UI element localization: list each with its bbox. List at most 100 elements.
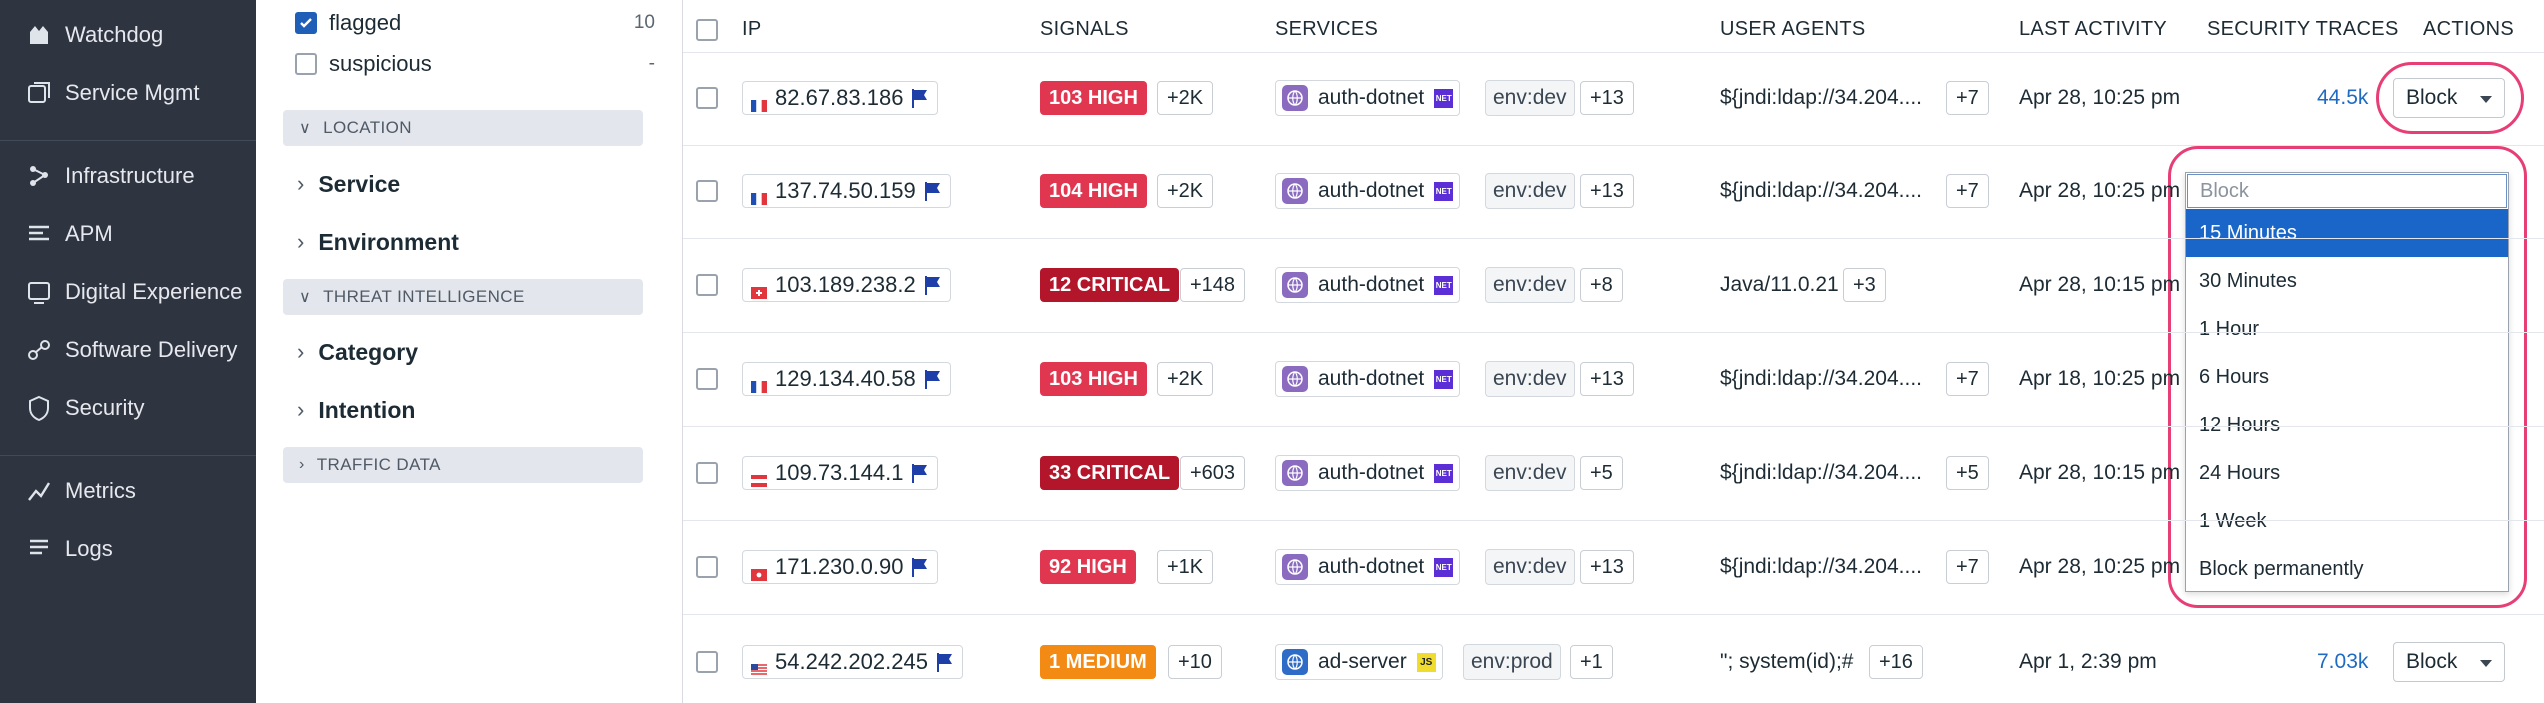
env-tag[interactable]: env:dev [1485,455,1575,491]
facet-intention[interactable]: › Intention [297,390,415,430]
service-chip[interactable]: auth-dotnet NET [1275,267,1461,303]
nav-item-security[interactable]: Security [0,383,256,433]
section-threat-intelligence[interactable]: ∨ THREAT INTELLIGENCE [283,279,643,315]
dropdown-placeholder[interactable]: Block [2187,174,2507,208]
facet-checkbox-flagged[interactable]: flagged 10 [295,5,655,41]
nav-item-label: APM [65,221,113,246]
dropdown-option[interactable]: 1 Week [2186,497,2508,545]
ip-address[interactable]: 103.189.238.2 [742,268,951,302]
dropdown-option[interactable]: 15 Minutes [2186,209,2508,257]
row-checkbox[interactable] [696,651,718,673]
facet-category[interactable]: › Category [297,332,418,372]
signals-more-badge[interactable]: +2K [1157,362,1214,396]
signals-more-badge[interactable]: +1K [1157,550,1214,584]
services-more-badge[interactable]: +13 [1580,550,1634,584]
signal-badge[interactable]: 103 HIGH [1040,81,1147,115]
dropdown-option[interactable]: Block permanently [2186,545,2508,593]
user-agents-more-badge[interactable]: +5 [1946,456,1989,490]
signals-more-badge[interactable]: +10 [1168,645,1222,679]
services-more-badge[interactable]: +13 [1580,81,1634,115]
dropdown-option[interactable]: 1 Hour [2186,305,2508,353]
env-tag[interactable]: env:prod [1463,644,1561,680]
select-all-checkbox[interactable] [696,19,718,41]
column-header-security-traces[interactable]: SECURITY TRACES [2207,18,2399,41]
row-checkbox[interactable] [696,87,718,109]
nav-item-metrics[interactable]: Metrics [0,466,256,516]
facet-environment[interactable]: › Environment [297,222,459,262]
env-tag[interactable]: env:dev [1485,80,1575,116]
nav-item-apm[interactable]: APM [0,209,256,259]
column-header-ip[interactable]: IP [742,18,762,41]
nav-item-software-delivery[interactable]: Software Delivery [0,325,256,375]
signal-badge[interactable]: 92 HIGH [1040,550,1136,584]
checkbox[interactable] [295,12,317,34]
ip-address[interactable]: 137.74.50.159 [742,174,951,208]
user-agents-more-badge[interactable]: +16 [1869,645,1923,679]
facet-checkbox-suspicious[interactable]: suspicious - [295,46,655,82]
user-agents-more-badge[interactable]: +7 [1946,550,1989,584]
security-traces-link[interactable]: 7.03k [2317,650,2368,674]
service-chip[interactable]: auth-dotnet NET [1275,80,1461,116]
column-header-actions[interactable]: ACTIONS [2423,18,2514,41]
column-header-user-agents[interactable]: USER AGENTS [1720,18,1866,41]
column-header-last-activity[interactable]: LAST ACTIVITY [2019,18,2167,41]
ip-address[interactable]: 171.230.0.90 [742,550,939,584]
dropdown-option[interactable]: 30 Minutes [2186,257,2508,305]
signals-more-badge[interactable]: +603 [1180,456,1246,490]
service-chip[interactable]: auth-dotnet NET [1275,455,1461,491]
signal-badge[interactable]: 103 HIGH [1040,362,1147,396]
section-location[interactable]: ∨ LOCATION [283,110,643,146]
user-agents-more-badge[interactable]: +7 [1946,81,1989,115]
env-tag[interactable]: env:dev [1485,549,1575,585]
facet-service[interactable]: › Service [297,164,400,204]
signal-badge[interactable]: 1 MEDIUM [1040,645,1156,679]
dropdown-option[interactable]: 6 Hours [2186,353,2508,401]
services-more-badge[interactable]: +8 [1580,268,1623,302]
user-agents-more-badge[interactable]: +7 [1946,362,1989,396]
column-header-signals[interactable]: SIGNALS [1040,18,1129,41]
ip-address[interactable]: 109.73.144.1 [742,456,939,490]
column-header-services[interactable]: SERVICES [1275,18,1378,41]
env-tag[interactable]: env:dev [1485,173,1575,209]
service-chip[interactable]: auth-dotnet NET [1275,361,1461,397]
nav-item-logs[interactable]: Logs [0,524,256,574]
row-checkbox[interactable] [696,462,718,484]
signals-more-badge[interactable]: +2K [1157,174,1214,208]
dropdown-option[interactable]: 12 Hours [2186,401,2508,449]
checkbox[interactable] [295,53,317,75]
nav-item-service-mgmt[interactable]: Service Mgmt [0,68,256,118]
service-chip[interactable]: ad-server JS [1275,644,1443,680]
user-agents-more-badge[interactable]: +7 [1946,174,1989,208]
signal-badge[interactable]: 104 HIGH [1040,174,1147,208]
signal-badge[interactable]: 12 CRITICAL [1040,268,1180,302]
row-checkbox[interactable] [696,180,718,202]
env-tag[interactable]: env:dev [1485,361,1575,397]
block-duration-dropdown[interactable]: Block 15 Minutes 30 Minutes 1 Hour 6 Hours 1… [2185,172,2509,592]
ip-address[interactable]: 54.242.202.245 [742,645,963,679]
nav-item-digital-experience[interactable]: Digital Experience [0,267,256,317]
block-action-button[interactable]: Block [2393,642,2505,682]
ip-address[interactable]: 82.67.83.186 [742,81,939,115]
ip-address[interactable]: 129.134.40.58 [742,362,951,396]
env-tag[interactable]: env:dev [1485,267,1575,303]
service-chip[interactable]: auth-dotnet NET [1275,549,1461,585]
dropdown-option[interactable]: 24 Hours [2186,449,2508,497]
row-checkbox[interactable] [696,274,718,296]
signal-badge[interactable]: 33 CRITICAL [1040,456,1180,490]
row-checkbox[interactable] [696,368,718,390]
user-agents-more-badge[interactable]: +3 [1843,268,1886,302]
nav-item-infrastructure[interactable]: Infrastructure [0,151,256,201]
services-more-badge[interactable]: +5 [1580,456,1623,490]
service-chip[interactable]: auth-dotnet NET [1275,173,1461,209]
signals-more-badge[interactable]: +148 [1180,268,1246,302]
flagged-icon [936,652,954,672]
services-more-badge[interactable]: +13 [1580,362,1634,396]
block-action-button[interactable]: Block [2393,78,2505,118]
row-checkbox[interactable] [696,556,718,578]
signals-more-badge[interactable]: +2K [1157,81,1214,115]
services-more-badge[interactable]: +13 [1580,174,1634,208]
security-traces-link[interactable]: 44.5k [2317,86,2368,110]
services-more-badge[interactable]: +1 [1570,645,1613,679]
nav-item-watchdog[interactable]: Watchdog [0,10,256,60]
section-traffic-data[interactable]: › TRAFFIC DATA [283,447,643,483]
